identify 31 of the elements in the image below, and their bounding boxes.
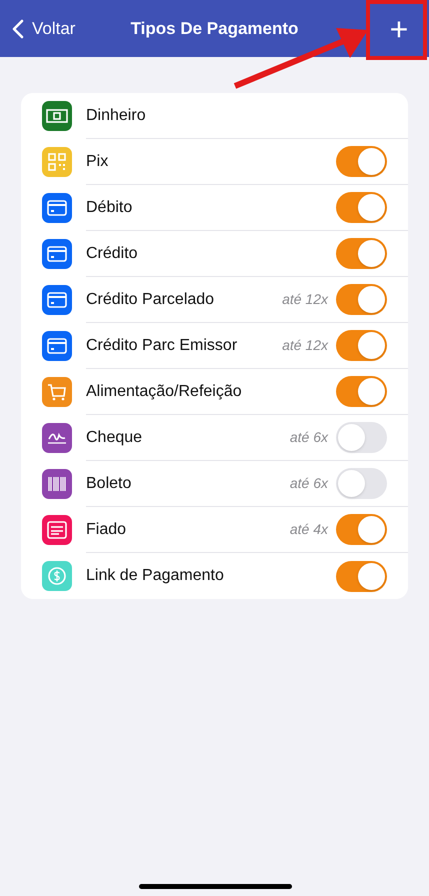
payment-type-label: Link de Pagamento [86,566,225,586]
toggle-switch[interactable] [336,468,387,499]
chevron-left-icon [12,18,24,38]
installments-label: até 4x [290,520,328,539]
toggle-switch[interactable] [336,422,387,453]
installments-label: até 6x [290,428,328,447]
payment-type-label: Débito [86,198,134,218]
installments-label: até 6x [290,474,328,493]
back-button[interactable]: Voltar [0,16,76,42]
payment-type-label: Boleto [86,474,132,494]
payment-type-label: Crédito Parcelado [86,290,216,310]
payment-type-label: Cheque [86,428,144,448]
payment-type-label: Pix [86,152,110,172]
toggle-switch[interactable] [336,330,387,361]
payment-type-label: Crédito Parc Emissor [86,336,238,356]
payment-type-label: Crédito [86,244,139,264]
toggle-switch[interactable] [336,514,387,545]
toggle-switch[interactable] [336,560,387,592]
screen-title: Tipos De Pagamento [130,18,300,40]
toggle-switch[interactable] [336,238,387,269]
payment-type-label: Dinheiro [86,106,147,126]
highlight-frame [366,0,427,60]
add-button[interactable]: + [379,9,419,49]
installments-label: até 12x [282,290,328,309]
toggle-switch[interactable] [336,146,387,177]
installments-label: até 12x [282,336,328,355]
payment-type-label: Fiado [86,520,128,540]
toggle-switch[interactable] [336,376,387,407]
toggle-switch[interactable] [336,192,387,223]
toggle-switch[interactable] [336,284,387,315]
payment-type-label: Alimentação/Refeição [86,382,243,402]
